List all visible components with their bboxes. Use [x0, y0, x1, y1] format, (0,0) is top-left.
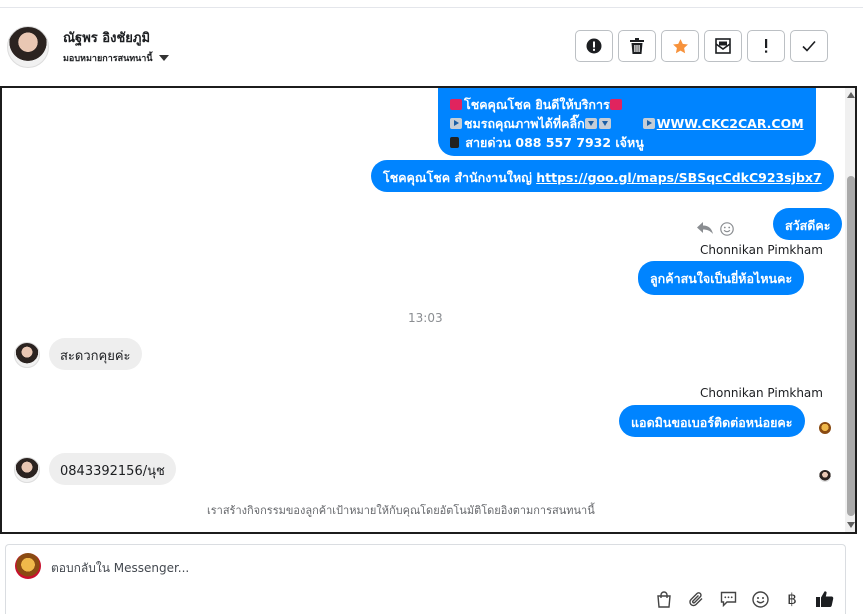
mark-spam-button[interactable] [575, 30, 613, 62]
message-text: ชมรถคุณภาพได้ที่คลิ๊ก [464, 116, 585, 131]
trash-icon [630, 38, 644, 54]
shopping-bag-icon [657, 590, 671, 608]
message-bubble-incoming[interactable]: 0843392156/นุช [49, 453, 176, 485]
contact-avatar-small [14, 342, 40, 368]
reply-composer: ฿ [5, 544, 846, 614]
scroll-up-arrow-icon[interactable] [847, 92, 855, 98]
page-avatar [15, 553, 41, 579]
scrollbar[interactable] [845, 88, 855, 532]
paperclip-icon [688, 591, 702, 606]
assign-conversation-dropdown[interactable]: มอบหมายการสนทนานี้ [63, 51, 169, 65]
down-arrow-emoji-icon [598, 118, 611, 129]
saved-replies-icon [720, 591, 736, 607]
flag-button[interactable] [747, 30, 785, 62]
attach-button[interactable] [686, 589, 706, 609]
message-bubble-outgoing[interactable]: โชคคุณโชค สำนักงานใหญ่ https://goo.gl/ma… [371, 160, 834, 192]
message-line: โชคคุณโชค ยินดีให้บริการ [450, 95, 804, 114]
star-button[interactable] [661, 30, 699, 62]
message-line: สายด่วน 088 557 7932 เจ้หนู [450, 133, 804, 152]
contact-avatar[interactable] [7, 26, 49, 68]
activity-notice: เราสร้างกิจกรรมของลูกค้าเป้าหมายให้กับคุ… [207, 504, 595, 517]
reply-icon[interactable] [696, 221, 714, 235]
message-timestamp: 13:03 [408, 311, 443, 325]
check-icon [802, 40, 816, 52]
message-thread[interactable]: โชคคุณโชค ยินดีให้บริการ ชมรถคุณภาพได้ที… [0, 86, 857, 534]
page-seen-avatar [819, 422, 831, 434]
message-bubble-outgoing[interactable]: โชคคุณโชค ยินดีให้บริการ ชมรถคุณภาพได้ที… [438, 88, 816, 156]
message-text: สะดวกคุยค่ะ [60, 349, 131, 364]
website-link[interactable]: WWW.CKC2CAR.COM [657, 116, 804, 131]
saved-replies-button[interactable] [718, 589, 738, 609]
message-line: ชมรถคุณภาพได้ที่คลิ๊ก WWW.CKC2CAR.COM [450, 114, 804, 133]
mark-done-button[interactable] [790, 30, 828, 62]
envelope-heart-emoji-icon [450, 99, 462, 110]
message-text: โชคคุณโชค สำนักงานใหญ่ [383, 170, 537, 185]
payment-button[interactable]: ฿ [782, 589, 802, 609]
envelope-icon [715, 38, 731, 54]
conversation-toolbar [575, 30, 828, 62]
star-icon [672, 38, 688, 53]
react-smile-icon[interactable] [720, 222, 734, 236]
message-bubble-outgoing[interactable]: ลูกค้าสนใจเป็นยี่ห้อไหนคะ [638, 261, 805, 295]
message-text: ลูกค้าสนใจเป็นยี่ห้อไหนคะ [650, 271, 793, 286]
alert-circle-icon [586, 38, 602, 54]
composer-toolbar: ฿ [654, 589, 834, 609]
scrollbar-thumb[interactable] [847, 176, 855, 516]
maps-link[interactable]: https://goo.gl/maps/SBSqcCdkC923sjbx7 [536, 170, 821, 185]
sender-name: Chonnikan Pimkham [700, 386, 823, 400]
scroll-down-arrow-icon[interactable] [847, 522, 855, 528]
reply-input[interactable] [51, 557, 651, 579]
assign-label: มอบหมายการสนทนานี้ [63, 54, 153, 64]
phone-emoji-icon [450, 137, 459, 148]
contact-seen-avatar [819, 470, 831, 482]
message-bubble-incoming[interactable]: สะดวกคุยค่ะ [49, 338, 142, 370]
contact-name[interactable]: ณัฐพร อิงชัยภูมิ [63, 27, 150, 48]
message-text: สวัสดีคะ [785, 218, 831, 233]
message-text: แอดมินขอเบอร์ติดต่อหน่อยคะ [631, 415, 793, 430]
envelope-heart-emoji-icon [609, 99, 622, 110]
mark-unread-button[interactable] [704, 30, 742, 62]
shop-button[interactable] [654, 589, 674, 609]
delete-button[interactable] [618, 30, 656, 62]
play-button-emoji-icon [642, 118, 655, 129]
baht-icon: ฿ [787, 590, 797, 608]
play-button-emoji-icon [450, 118, 462, 129]
contact-avatar-small [14, 457, 40, 483]
message-text: สายด่วน 088 557 7932 เจ้หนู [465, 135, 644, 150]
exclamation-icon [765, 39, 768, 53]
caret-down-icon [158, 55, 169, 61]
down-arrow-emoji-icon [584, 118, 597, 129]
sender-name: Chonnikan Pimkham [700, 243, 823, 257]
emoji-icon [751, 590, 769, 608]
message-bubble-outgoing[interactable]: สวัสดีคะ [773, 208, 843, 240]
message-bubble-outgoing[interactable]: แอดมินขอเบอร์ติดต่อหน่อยคะ [619, 405, 805, 437]
like-button[interactable] [814, 589, 834, 609]
conversation-header: ณัฐพร อิงชัยภูมิ มอบหมายการสนทนานี้ [0, 8, 863, 86]
emoji-button[interactable] [750, 589, 770, 609]
message-text: โชคคุณโชค ยินดีให้บริการ [464, 97, 610, 112]
thumbs-up-icon [815, 591, 833, 607]
message-text: 0843392156/นุช [60, 464, 165, 479]
